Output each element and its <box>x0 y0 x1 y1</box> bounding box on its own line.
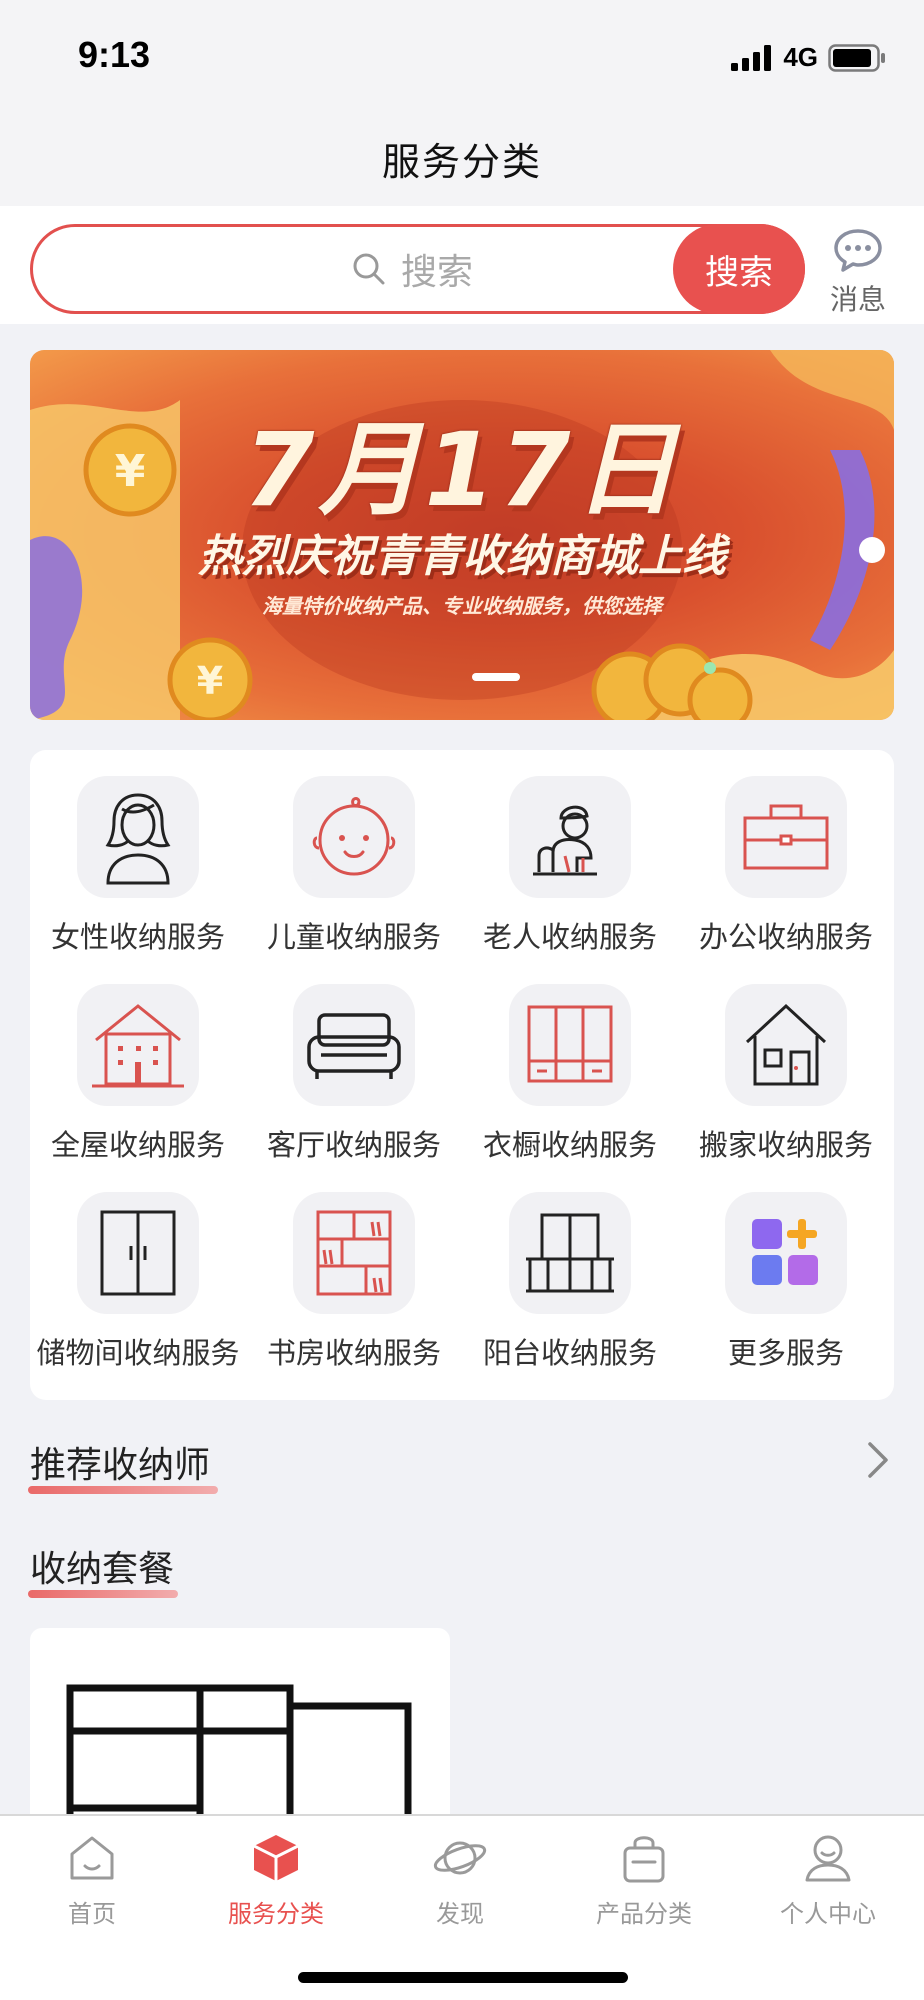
battery-icon <box>828 43 885 72</box>
service-label: 办公收纳服务 <box>698 920 873 954</box>
section-packages-title: 收纳套餐 <box>30 1549 175 1590</box>
service-label: 书房收纳服务 <box>266 1336 441 1370</box>
tab-profile[interactable]: 个人中心 <box>736 1830 920 1929</box>
service-label: 搬家收纳服务 <box>698 1128 873 1162</box>
sofa-icon <box>293 984 415 1106</box>
service-label: 女性收纳服务 <box>50 920 225 954</box>
house-building-icon <box>77 984 199 1106</box>
message-label: 消息 <box>829 283 886 316</box>
tab-label: 发现 <box>436 1900 484 1928</box>
section-packages: 收纳套餐 <box>28 1540 178 1598</box>
service-item-wardrobe[interactable]: 衣橱收纳服务 <box>462 958 678 1162</box>
page-title: 服务分类 <box>381 139 542 184</box>
search-placeholder: 搜索 <box>401 252 474 293</box>
search-input[interactable]: 搜索 搜索 <box>30 224 805 314</box>
search-row: 搜索 搜索 消息 <box>0 206 924 324</box>
service-item-elderly[interactable]: 老人收纳服务 <box>462 750 678 954</box>
more-blocks-icon <box>725 1192 847 1314</box>
promo-banner[interactable]: ¥ ¥ 7月17日 热烈庆祝青青收纳商城上线 海量特价收纳产品、专业收纳服务，供… <box>30 350 894 720</box>
tab-label: 首页 <box>68 1900 116 1928</box>
package-image <box>66 1684 412 1828</box>
service-label: 全屋收纳服务 <box>50 1128 225 1162</box>
cube-tab-icon <box>184 1830 368 1886</box>
tab-home[interactable]: 首页 <box>0 1830 184 1929</box>
bag-tab-icon <box>552 1830 736 1886</box>
tab-label: 产品分类 <box>596 1900 692 1928</box>
home-tab-icon <box>0 1830 184 1886</box>
nav-bar: 服务分类 <box>0 110 924 206</box>
network-type: 4G <box>783 42 818 72</box>
message-bubble-icon <box>834 229 882 272</box>
service-item-balcony[interactable]: 阳台收纳服务 <box>462 1166 678 1370</box>
status-indicators: 4G <box>731 42 886 73</box>
service-label: 衣橱收纳服务 <box>482 1128 657 1162</box>
wardrobe-icon <box>509 984 631 1106</box>
service-item-office[interactable]: 办公收纳服务 <box>678 750 894 954</box>
service-label: 儿童收纳服务 <box>266 920 441 954</box>
service-label: 储物间收纳服务 <box>36 1336 240 1370</box>
service-label: 阳台收纳服务 <box>482 1336 657 1370</box>
home-icon <box>725 984 847 1106</box>
tab-product-category[interactable]: 产品分类 <box>552 1830 736 1929</box>
service-item-moving[interactable]: 搬家收纳服务 <box>678 958 894 1162</box>
bookshelf-icon <box>293 1192 415 1314</box>
service-item-more[interactable]: 更多服务 <box>678 1166 894 1370</box>
service-label: 更多服务 <box>727 1336 844 1370</box>
planet-tab-icon <box>368 1830 552 1886</box>
service-grid: 女性收纳服务 儿童收纳服务 老人收纳服务 办公收纳服务 全屋收纳服务 客厅收纳服… <box>30 750 894 1400</box>
service-item-women[interactable]: 女性收纳服务 <box>30 750 246 954</box>
service-label: 客厅收纳服务 <box>266 1128 441 1162</box>
chevron-right-icon[interactable] <box>866 1440 890 1480</box>
home-indicator[interactable] <box>298 1972 628 1983</box>
status-bar: 9:13 4G <box>0 0 924 110</box>
service-item-storage-room[interactable]: 储物间收纳服务 <box>30 1166 246 1370</box>
service-label: 老人收纳服务 <box>482 920 657 954</box>
message-button[interactable]: 消息 <box>826 228 890 318</box>
service-item-living-room[interactable]: 客厅收纳服务 <box>246 958 462 1162</box>
banner-date: 7月17日 <box>243 411 681 530</box>
tab-label: 服务分类 <box>228 1900 324 1928</box>
balcony-icon <box>509 1192 631 1314</box>
section-recommended-title: 推荐收纳师 <box>30 1445 211 1486</box>
woman-icon <box>77 776 199 898</box>
coin-icon-bottom-left: ¥ <box>167 637 253 720</box>
carousel-indicator <box>472 673 520 681</box>
section-recommended[interactable]: 推荐收纳师 <box>28 1436 218 1494</box>
service-item-study[interactable]: 书房收纳服务 <box>246 1166 462 1370</box>
search-placeholder-group: 搜索 <box>351 227 473 311</box>
title-underline <box>28 1590 178 1598</box>
user-tab-icon <box>736 1830 920 1886</box>
briefcase-icon <box>725 776 847 898</box>
tab-label: 个人中心 <box>780 1900 876 1928</box>
double-door-cabinet-icon <box>77 1192 199 1314</box>
banner-subtitle: 海量特价收纳产品、专业收纳服务，供您选择 <box>262 594 662 618</box>
status-time: 9:13 <box>78 34 151 75</box>
banner-headline: 热烈庆祝青青收纳商城上线 <box>198 531 726 582</box>
signal-icon <box>731 44 772 71</box>
package-card[interactable] <box>30 1628 450 1828</box>
search-icon <box>353 253 385 285</box>
search-button[interactable]: 搜索 <box>673 224 805 314</box>
svg-text:¥: ¥ <box>197 659 223 703</box>
tab-discover[interactable]: 发现 <box>368 1830 552 1929</box>
elderly-icon <box>509 776 631 898</box>
service-item-whole-house[interactable]: 全屋收纳服务 <box>30 958 246 1162</box>
child-face-icon <box>293 776 415 898</box>
service-item-children[interactable]: 儿童收纳服务 <box>246 750 462 954</box>
tab-service-category[interactable]: 服务分类 <box>184 1830 368 1929</box>
title-underline <box>28 1486 218 1494</box>
